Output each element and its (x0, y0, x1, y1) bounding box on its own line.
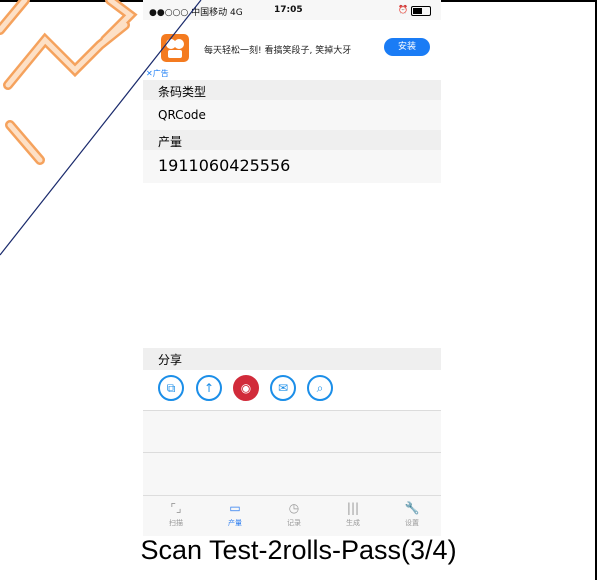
upload-icon[interactable]: ↑ (196, 375, 222, 401)
tab-product-label: 产量 (228, 519, 242, 527)
mail-icon[interactable]: ✉ (270, 375, 296, 401)
battery-icon (411, 6, 431, 16)
barcode-type-heading-label: 条码类型 (158, 85, 207, 99)
ad-install-button[interactable]: 安装 (384, 38, 430, 56)
clock: 17:05 (274, 5, 303, 15)
tab-scan[interactable]: ⌜⌟ 扫描 (146, 500, 206, 528)
search-icon[interactable]: ⌕ (307, 375, 333, 401)
caption: Scan Test-2rolls-Pass(3/4) (140, 535, 457, 565)
product-heading: 产量 (143, 130, 441, 150)
scan-icon: ⌜⌟ (170, 501, 182, 515)
history-icon: ◷ (288, 501, 300, 515)
barcode-type-value: QRCode (158, 108, 206, 122)
phone-screen: ●●○○○ 中国移动 4G 17:05 ⏰ 每天轻松一刻! 看搞笑段子, 笑掉大… (143, 0, 441, 536)
share-heading-label: 分享 (158, 353, 183, 367)
share-icons-row: ⧉ ↑ ◉ ✉ ⌕ (143, 370, 441, 410)
alarm-icon: ⏰ (398, 5, 408, 14)
ad-banner[interactable]: 每天轻松一刻! 看搞笑段子, 笑掉大牙 安装 ✕广告 (143, 20, 441, 80)
share-divider-bottom (143, 452, 441, 453)
tab-generate-label: 生成 (346, 519, 360, 527)
share-heading: 分享 (143, 348, 441, 370)
content-blank-area (143, 183, 441, 348)
ad-app-logo-icon[interactable] (161, 34, 189, 62)
weibo-icon[interactable]: ◉ (233, 375, 259, 401)
copy-icon[interactable]: ⧉ (158, 375, 184, 401)
tab-settings[interactable]: 🔧 设置 (382, 500, 441, 528)
tab-generate[interactable]: ||| 生成 (323, 500, 383, 528)
barcode-type-heading: 条码类型 (143, 80, 441, 100)
tab-scan-label: 扫描 (169, 519, 183, 527)
product-heading-label: 产量 (158, 135, 183, 149)
chat-icon: ▭ (229, 501, 241, 515)
product-value[interactable]: 1911060425556 (158, 156, 290, 175)
wrench-icon: 🔧 (404, 501, 420, 515)
barcode-icon: ||| (346, 501, 360, 515)
tab-history-label: 记录 (287, 519, 301, 527)
tab-settings-label: 设置 (405, 519, 419, 527)
share-divider-top (143, 410, 441, 411)
status-bar: ●●○○○ 中国移动 4G 17:05 ⏰ (143, 0, 441, 20)
ad-close-button[interactable]: ✕广告 (146, 68, 169, 79)
tab-product[interactable]: ▭ 产量 (205, 500, 265, 528)
tab-bar: ⌜⌟ 扫描 ▭ 产量 ◷ 记录 ||| 生成 🔧 设置 (143, 495, 441, 536)
ad-text[interactable]: 每天轻松一刻! 看搞笑段子, 笑掉大牙 (204, 43, 351, 56)
carrier-label: ●●○○○ 中国移动 4G (149, 8, 243, 18)
tab-history[interactable]: ◷ 记录 (264, 500, 324, 528)
